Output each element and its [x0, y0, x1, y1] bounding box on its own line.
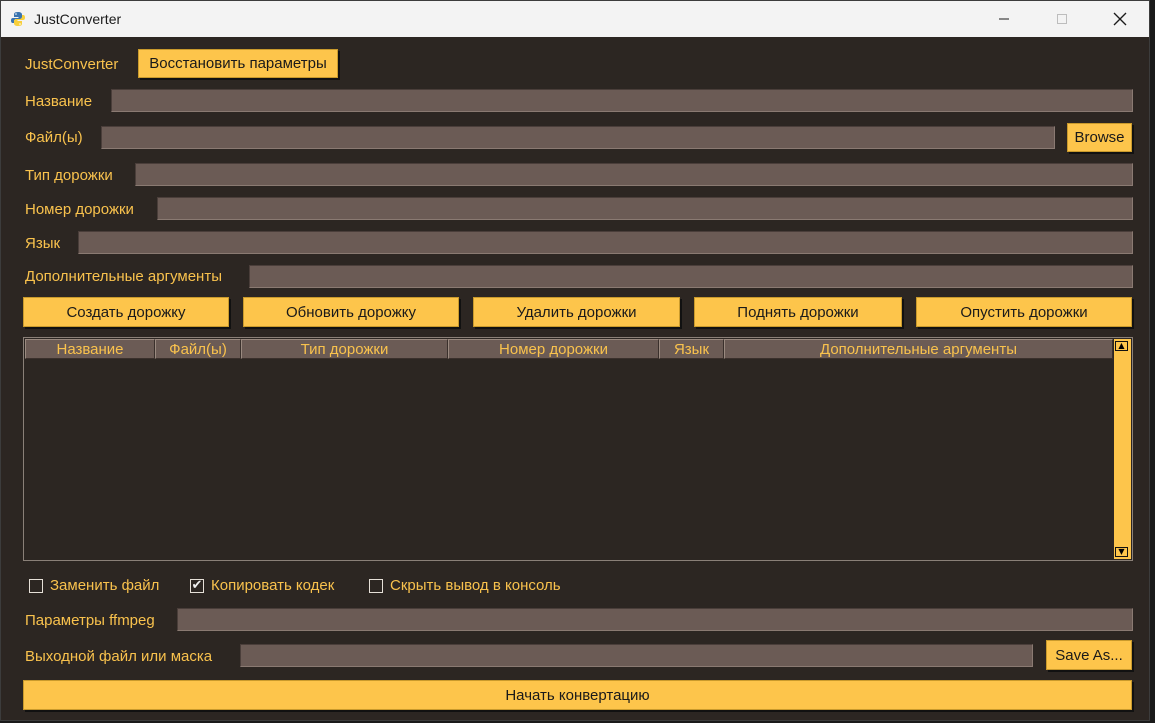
title-bar[interactable]: JustConverter	[1, 1, 1149, 37]
column-header-name[interactable]: Название	[25, 339, 155, 359]
column-header-language[interactable]: Язык	[659, 339, 724, 359]
copy-codec-checkbox[interactable]: ✔ Копировать кодек	[190, 577, 334, 594]
files-label: Файл(ы)	[25, 129, 83, 146]
tracks-table[interactable]: Название Файл(ы) Тип дорожки Номер дорож…	[23, 337, 1133, 561]
output-file-label: Выходной файл или маска	[25, 648, 213, 665]
language-input[interactable]	[78, 231, 1133, 254]
track-type-input[interactable]	[135, 163, 1133, 186]
extra-args-label: Дополнительные аргументы	[25, 268, 222, 285]
update-track-button[interactable]: Обновить дорожку	[243, 297, 459, 327]
output-file-input[interactable]	[240, 644, 1033, 667]
close-button[interactable]	[1091, 1, 1149, 37]
replace-file-label: Заменить файл	[50, 577, 160, 594]
name-label: Название	[25, 93, 93, 110]
minimize-icon	[999, 18, 1009, 20]
name-input[interactable]	[111, 89, 1133, 112]
ffmpeg-params-input[interactable]	[177, 608, 1133, 631]
maximize-icon	[1057, 14, 1067, 24]
language-label: Язык	[25, 235, 61, 252]
raise-tracks-button[interactable]: Поднять дорожки	[694, 297, 902, 327]
hide-output-label: Скрыть вывод в консоль	[390, 577, 561, 594]
column-header-files[interactable]: Файл(ы)	[155, 339, 241, 359]
track-type-label: Тип дорожки	[25, 167, 113, 184]
checkbox-unchecked-icon[interactable]	[369, 578, 383, 593]
close-icon	[1113, 12, 1127, 26]
copy-codec-label: Копировать кодек	[211, 577, 335, 594]
scroll-up-icon[interactable]: ▲	[1115, 341, 1128, 351]
scroll-down-icon[interactable]: ▼	[1115, 547, 1128, 557]
files-input[interactable]	[101, 126, 1055, 149]
checkmark-icon[interactable]: ✔	[190, 578, 204, 593]
column-header-extra-args[interactable]: Дополнительные аргументы	[724, 339, 1113, 359]
column-header-track-type[interactable]: Тип дорожки	[241, 339, 448, 359]
minimize-button[interactable]	[975, 1, 1033, 37]
hide-output-checkbox[interactable]: Скрыть вывод в консоль	[369, 577, 561, 594]
table-header: Название Файл(ы) Тип дорожки Номер дорож…	[25, 339, 1113, 359]
track-number-input[interactable]	[157, 197, 1133, 220]
maximize-button[interactable]	[1033, 1, 1091, 37]
ffmpeg-params-label: Параметры ffmpeg	[25, 612, 155, 629]
main-panel: JustConverter Восстановить параметры Наз…	[1, 37, 1149, 720]
start-conversion-button[interactable]: Начать конвертацию	[23, 680, 1132, 710]
save-as-button[interactable]: Save As...	[1046, 640, 1132, 670]
table-scrollbar[interactable]: ▲ ▼	[1114, 339, 1131, 559]
lower-tracks-button[interactable]: Опустить дорожки	[916, 297, 1132, 327]
track-number-label: Номер дорожки	[25, 201, 134, 218]
window-title: JustConverter	[34, 11, 122, 27]
extra-args-input[interactable]	[249, 265, 1133, 288]
create-track-button[interactable]: Создать дорожку	[23, 297, 229, 327]
column-header-track-number[interactable]: Номер дорожки	[448, 339, 659, 359]
replace-file-checkbox[interactable]: Заменить файл	[29, 577, 159, 594]
restore-parameters-button[interactable]: Восстановить параметры	[138, 49, 338, 78]
browse-button[interactable]: Browse	[1067, 123, 1132, 152]
python-app-icon	[11, 12, 25, 26]
checkbox-unchecked-icon[interactable]	[29, 578, 43, 593]
delete-tracks-button[interactable]: Удалить дорожки	[473, 297, 680, 327]
app-name-label: JustConverter	[25, 56, 119, 73]
app-window: JustConverter JustConverter Восстановить…	[0, 0, 1150, 721]
